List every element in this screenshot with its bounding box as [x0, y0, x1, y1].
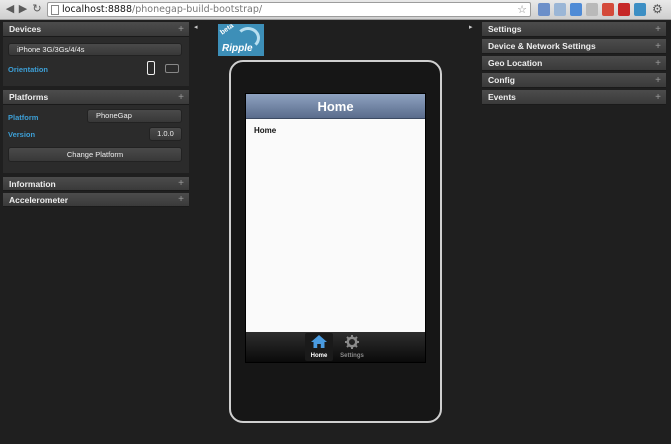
device-select-value: iPhone 3G/3Gs/4/4s: [17, 45, 85, 54]
platforms-panel: Platforms + Platform PhoneGap Version 1.…: [3, 90, 189, 173]
extension-icon[interactable]: [570, 3, 582, 16]
devices-title: Devices: [9, 24, 42, 34]
events-section[interactable]: Events +: [482, 90, 666, 105]
config-section[interactable]: Config +: [482, 73, 666, 88]
forward-icon[interactable]: ▶: [17, 3, 29, 16]
ripple-logo: beta Ripple: [218, 23, 266, 58]
screen-header: Home: [246, 94, 425, 119]
url-path: /phonegap-build-bootstrap/: [132, 4, 263, 15]
geo-location-title: Geo Location: [488, 58, 543, 68]
expand-icon[interactable]: +: [178, 22, 184, 37]
settings-section-title: Settings: [488, 24, 522, 34]
back-icon[interactable]: ◀: [4, 3, 16, 16]
information-title: Information: [9, 179, 56, 189]
collapse-right-panel-icon[interactable]: ▸: [469, 23, 473, 31]
expand-icon[interactable]: +: [655, 90, 661, 105]
bookmark-star-icon[interactable]: ☆: [517, 3, 527, 16]
events-title: Events: [488, 92, 516, 102]
events-header[interactable]: Events +: [482, 90, 666, 105]
wrench-icon[interactable]: ⚙: [652, 3, 664, 16]
reload-icon[interactable]: ↻: [31, 3, 43, 16]
page-icon: [51, 5, 59, 15]
tab-bar: Home Settings: [246, 332, 425, 362]
change-platform-button[interactable]: Change Platform: [8, 147, 182, 162]
geo-location-header[interactable]: Geo Location +: [482, 56, 666, 71]
change-platform-label: Change Platform: [66, 150, 124, 159]
extension-icon[interactable]: [538, 3, 550, 16]
landscape-orientation-icon[interactable]: [165, 64, 179, 73]
expand-icon[interactable]: +: [178, 90, 184, 105]
accelerometer-title: Accelerometer: [9, 195, 69, 205]
config-title: Config: [488, 75, 515, 85]
collapse-left-panel-icon[interactable]: ◂: [194, 23, 198, 31]
information-header[interactable]: Information +: [3, 177, 189, 191]
ripple-extension-icon[interactable]: [634, 3, 646, 16]
devices-header[interactable]: Devices +: [3, 22, 189, 37]
platforms-title: Platforms: [9, 92, 49, 102]
version-label: Version: [8, 130, 36, 139]
orientation-label: Orientation: [8, 65, 49, 74]
gear-icon: [345, 335, 359, 349]
expand-icon[interactable]: +: [655, 56, 661, 71]
right-panel: Settings + Device & Network Settings + G…: [482, 22, 666, 105]
device-select[interactable]: iPhone 3G/3Gs/4/4s: [8, 43, 182, 56]
extension-icon[interactable]: [618, 3, 630, 16]
devices-panel: Devices + iPhone 3G/3Gs/4/4s Orientation: [3, 22, 189, 86]
expand-icon[interactable]: +: [655, 73, 661, 88]
extension-icon[interactable]: [586, 3, 598, 16]
url-bar[interactable]: localhost:8888/phonegap-build-bootstrap/…: [47, 2, 531, 17]
settings-section-header[interactable]: Settings +: [482, 22, 666, 37]
geo-location-section[interactable]: Geo Location +: [482, 56, 666, 71]
settings-section[interactable]: Settings +: [482, 22, 666, 37]
home-icon: [311, 335, 327, 348]
tab-home[interactable]: Home: [305, 333, 333, 361]
expand-icon[interactable]: +: [178, 193, 184, 207]
version-select-value: 1.0.0: [157, 129, 174, 138]
extension-icon[interactable]: [602, 3, 614, 16]
tab-settings[interactable]: Settings: [338, 333, 366, 361]
platforms-header[interactable]: Platforms +: [3, 90, 189, 105]
ripple-logo-text: Ripple: [222, 43, 253, 54]
expand-icon[interactable]: +: [178, 177, 184, 191]
platform-select[interactable]: PhoneGap: [87, 109, 182, 123]
information-panel[interactable]: Information +: [3, 177, 189, 191]
device-network-settings-section[interactable]: Device & Network Settings +: [482, 39, 666, 54]
screen-content: Home: [254, 126, 277, 135]
platform-label: Platform: [8, 113, 39, 122]
url-host: localhost:8888: [62, 4, 133, 15]
browser-toolbar: ◀ ▶ ↻ localhost:8888/phonegap-build-boot…: [0, 0, 671, 20]
accelerometer-panel[interactable]: Accelerometer +: [3, 193, 189, 207]
device-network-settings-header[interactable]: Device & Network Settings +: [482, 39, 666, 54]
device-screen[interactable]: Home Home Home Settings: [245, 93, 426, 363]
platform-select-value: PhoneGap: [96, 111, 132, 120]
extension-icon[interactable]: [554, 3, 566, 16]
device-network-settings-title: Device & Network Settings: [488, 41, 596, 51]
tab-settings-label: Settings: [340, 353, 364, 359]
tab-home-label: Home: [310, 353, 328, 359]
version-select[interactable]: 1.0.0: [149, 127, 182, 141]
accelerometer-header[interactable]: Accelerometer +: [3, 193, 189, 207]
expand-icon[interactable]: +: [655, 39, 661, 54]
portrait-orientation-icon[interactable]: [147, 61, 155, 75]
config-header[interactable]: Config +: [482, 73, 666, 88]
expand-icon[interactable]: +: [655, 22, 661, 37]
